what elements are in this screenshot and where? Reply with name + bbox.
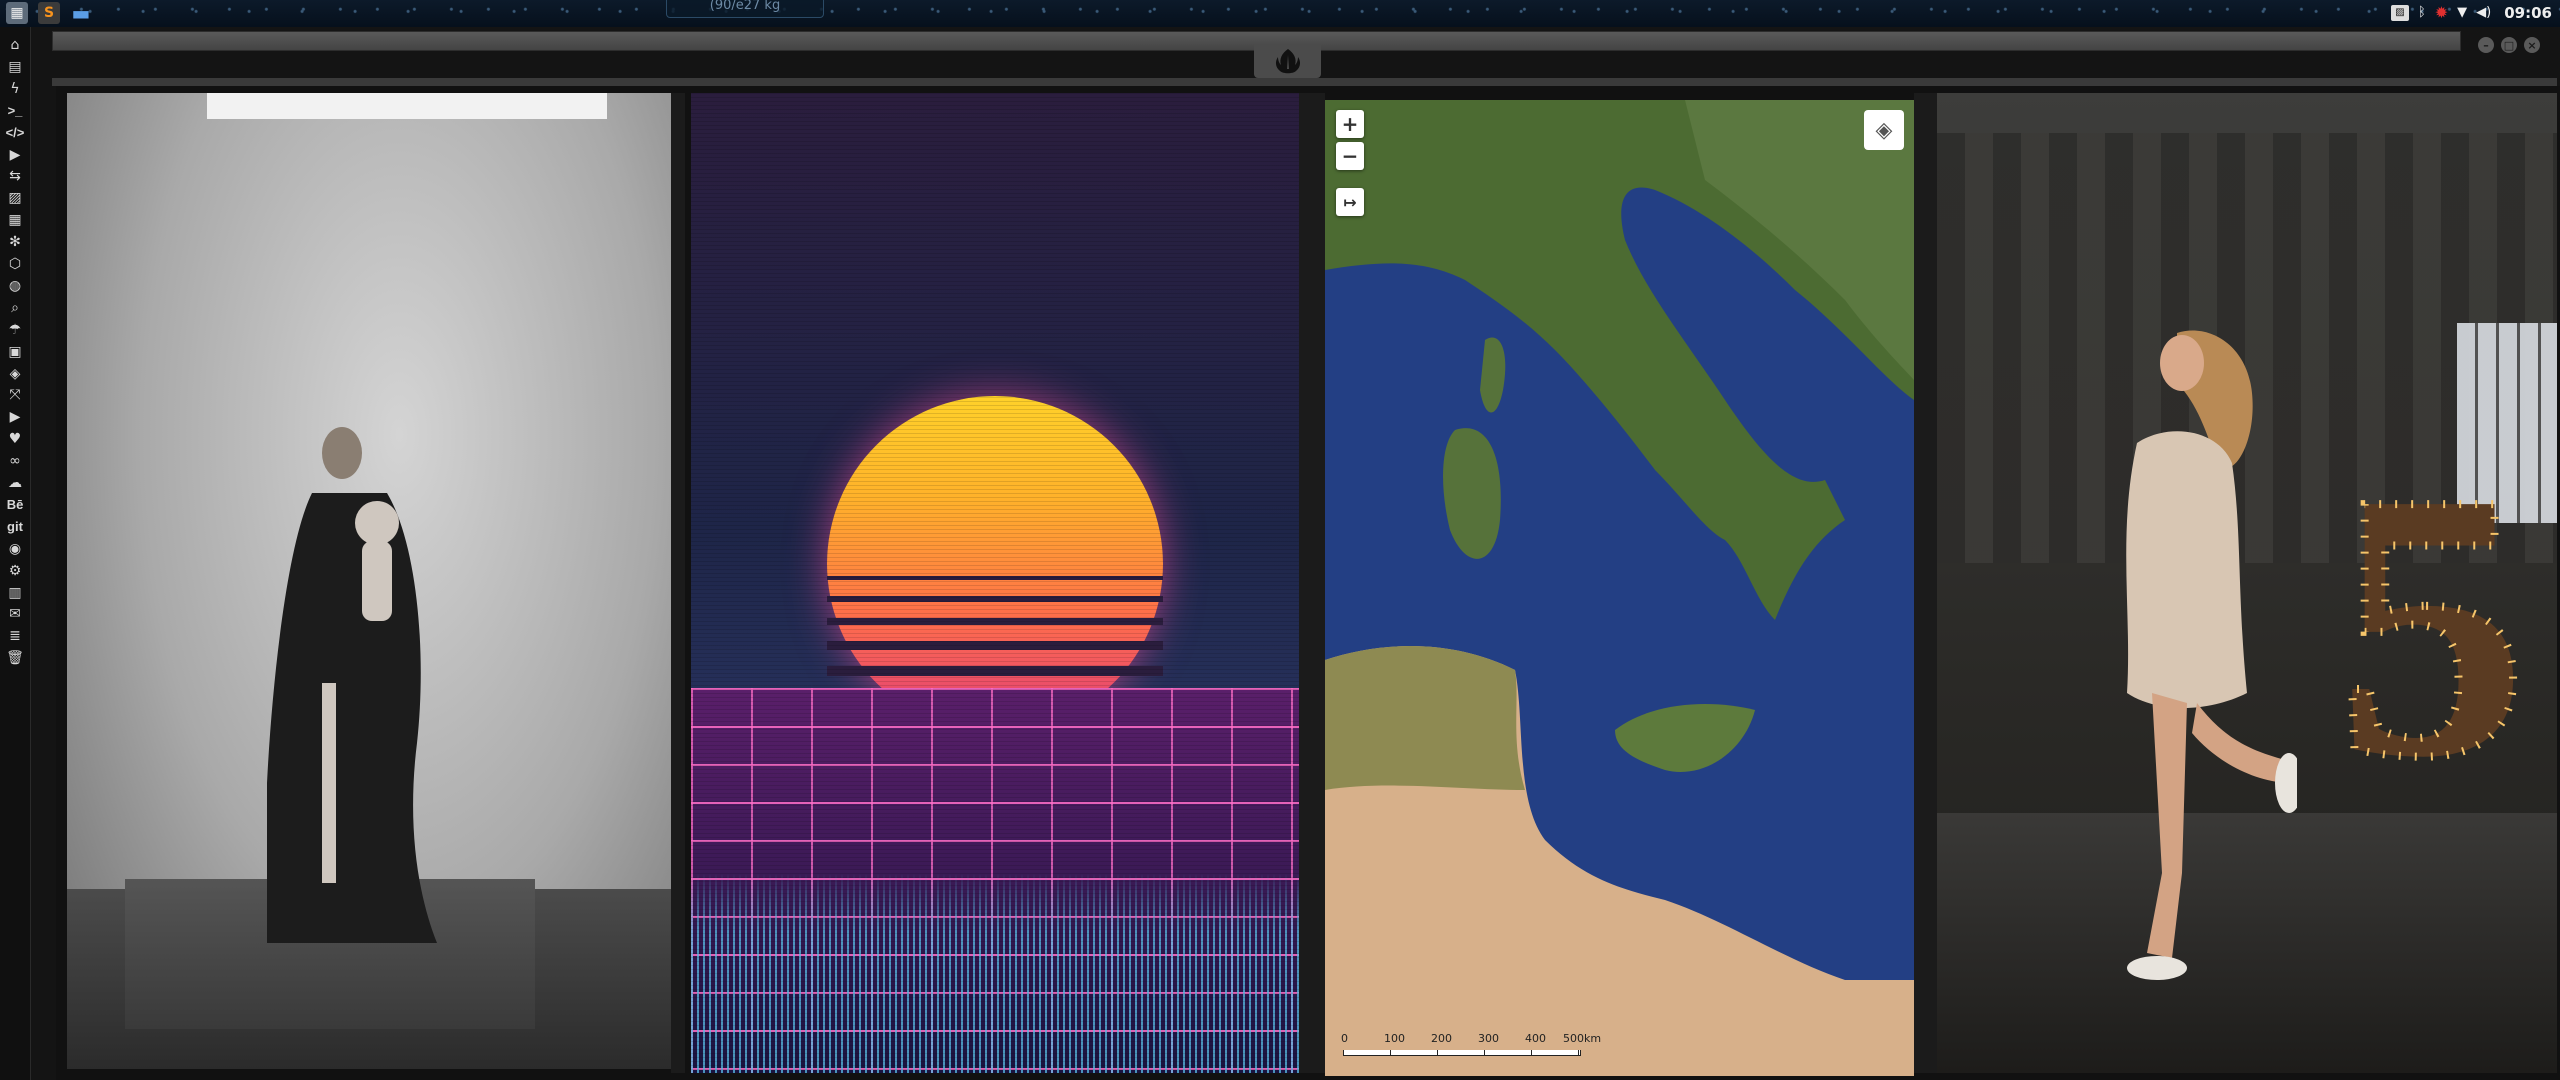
sidebar-globe-icon[interactable]: ◍ [3,275,27,297]
scale-label: 500km [1563,1032,1602,1045]
sublime-text-icon[interactable]: S [38,2,60,24]
sidebar-github-icon[interactable]: ◉ [3,538,27,560]
rebel-alliance-icon[interactable] [1254,44,1321,78]
sidebar-flash-icon[interactable]: ϟ [3,78,27,100]
sidebar-react-icon[interactable]: ✻ [3,231,27,253]
sidebar-server-icon[interactable]: ≣ [3,625,27,647]
maximize-button[interactable]: □ [2501,37,2517,53]
sidebar-youtube-icon[interactable]: ▶ [3,406,27,428]
scale-label: 200 [1431,1032,1452,1045]
marquee-number-sign: 5 [2333,433,2531,783]
model-silhouette [2126,330,2297,980]
sidebar-weather-icon[interactable]: ☂ [3,319,27,341]
map-land [1325,100,1914,1076]
scale-label: 100 [1384,1032,1405,1045]
wifi-icon[interactable]: ▼ [2457,5,2467,20]
sidebar-contacts-icon[interactable]: ▣ [3,341,27,363]
sidebar-code-icon[interactable]: </> [3,122,27,144]
sidebar-expand-icon[interactable]: ⤧ [3,384,27,406]
photo-panel-synthwave[interactable] [691,93,1299,1073]
sidebar-trash-icon[interactable]: 🗑 [3,647,27,669]
clock[interactable]: 09:06 [2504,4,2552,22]
volume-icon[interactable]: ◀) [2476,5,2491,20]
photo-panel-mother-child[interactable] [67,93,671,1069]
map-scale-bar: 0 100 200 300 400 500km [1337,1032,1601,1066]
sidebar-settings-cluster-icon[interactable]: ⚙ [3,560,27,582]
figure-silhouette [267,427,437,943]
panel-divider [1299,93,1325,1073]
sidebar-diff-icon[interactable]: ◈ [3,363,27,385]
red-alert-icon[interactable]: ✹ [2435,3,2448,22]
scanlines [691,93,1299,1073]
sidebar-cloud-icon[interactable]: ☁ [3,472,27,494]
measure-button[interactable]: ↦ [1336,188,1364,216]
system-tray: ▨ ᛒ ✹ ▼ ◀) 09:06 [2390,3,2552,22]
sidebar-heart-icon[interactable]: ♥ [3,428,27,450]
sidebar: ⌂ ▤ ϟ >_ </> ▶ ⇆ ▨ ▦ ✻ ⬡ ◍ ⌕ ☂ ▣ ◈ ⤧ ▶ ♥ ∞ ☁ Bē git ◉ ⚙ ▥ ✉ ≣ 🗑 [0,27,31,1080]
scale-label: 400 [1525,1032,1546,1045]
layers-icon[interactable]: ◈ [1864,110,1904,150]
sidebar-creative-cloud-icon[interactable]: ∞ [3,450,27,472]
workspace-icon[interactable]: ▦ [6,2,28,24]
top-search-field[interactable]: (90/e27 kg [666,0,824,18]
taskbar-launchers: ▦ S ▬ [6,1,92,25]
sidebar-play-icon[interactable]: ▶ [3,144,27,166]
scale-label: 300 [1478,1032,1499,1045]
sidebar-mail-icon[interactable]: ✉ [3,603,27,625]
studio-light [207,93,607,119]
sidebar-document-icon[interactable]: ▤ [3,56,27,78]
close-button[interactable]: × [2524,37,2540,53]
zoom-in-button[interactable]: + [1336,110,1364,138]
map-panel[interactable]: + − ↦ ◈ 0 100 200 300 400 500km [1325,100,1914,1076]
sidebar-network-icon[interactable]: ⬡ [3,253,27,275]
sign-digit: 5 [2337,433,2527,783]
scale-ruler [1343,1050,1581,1056]
photo-panel-fashion[interactable]: 5 [1937,93,2557,1073]
sidebar-git-icon[interactable]: git [3,516,27,538]
sidebar-image-icon[interactable]: ▨ [3,187,27,209]
files-folder-icon[interactable]: ▬ [70,1,92,25]
bluetooth-icon[interactable]: ᛒ [2418,5,2426,20]
sidebar-map-icon[interactable]: ▥ [3,582,27,604]
zoom-out-button[interactable]: − [1336,142,1364,170]
window-toolbar-strip [52,78,2557,86]
scale-label: 0 [1341,1032,1348,1045]
sidebar-home-icon[interactable]: ⌂ [3,34,27,56]
top-panel: ▦ S ▬ (90/e27 kg ▨ ᛒ ✹ ▼ ◀) 09:06 [0,0,2560,27]
panel-divider [1914,93,1937,1073]
sidebar-news-icon[interactable]: ▦ [3,209,27,231]
sidebar-translate-icon[interactable]: ⇆ [3,165,27,187]
sidebar-terminal-icon[interactable]: >_ [3,100,27,122]
panel-divider [671,93,685,1073]
photo-icon[interactable]: ▨ [2390,4,2409,21]
minimize-button[interactable]: – [2478,37,2494,53]
sidebar-behance-icon[interactable]: Bē [3,494,27,516]
sidebar-search-icon[interactable]: ⌕ [3,297,27,319]
